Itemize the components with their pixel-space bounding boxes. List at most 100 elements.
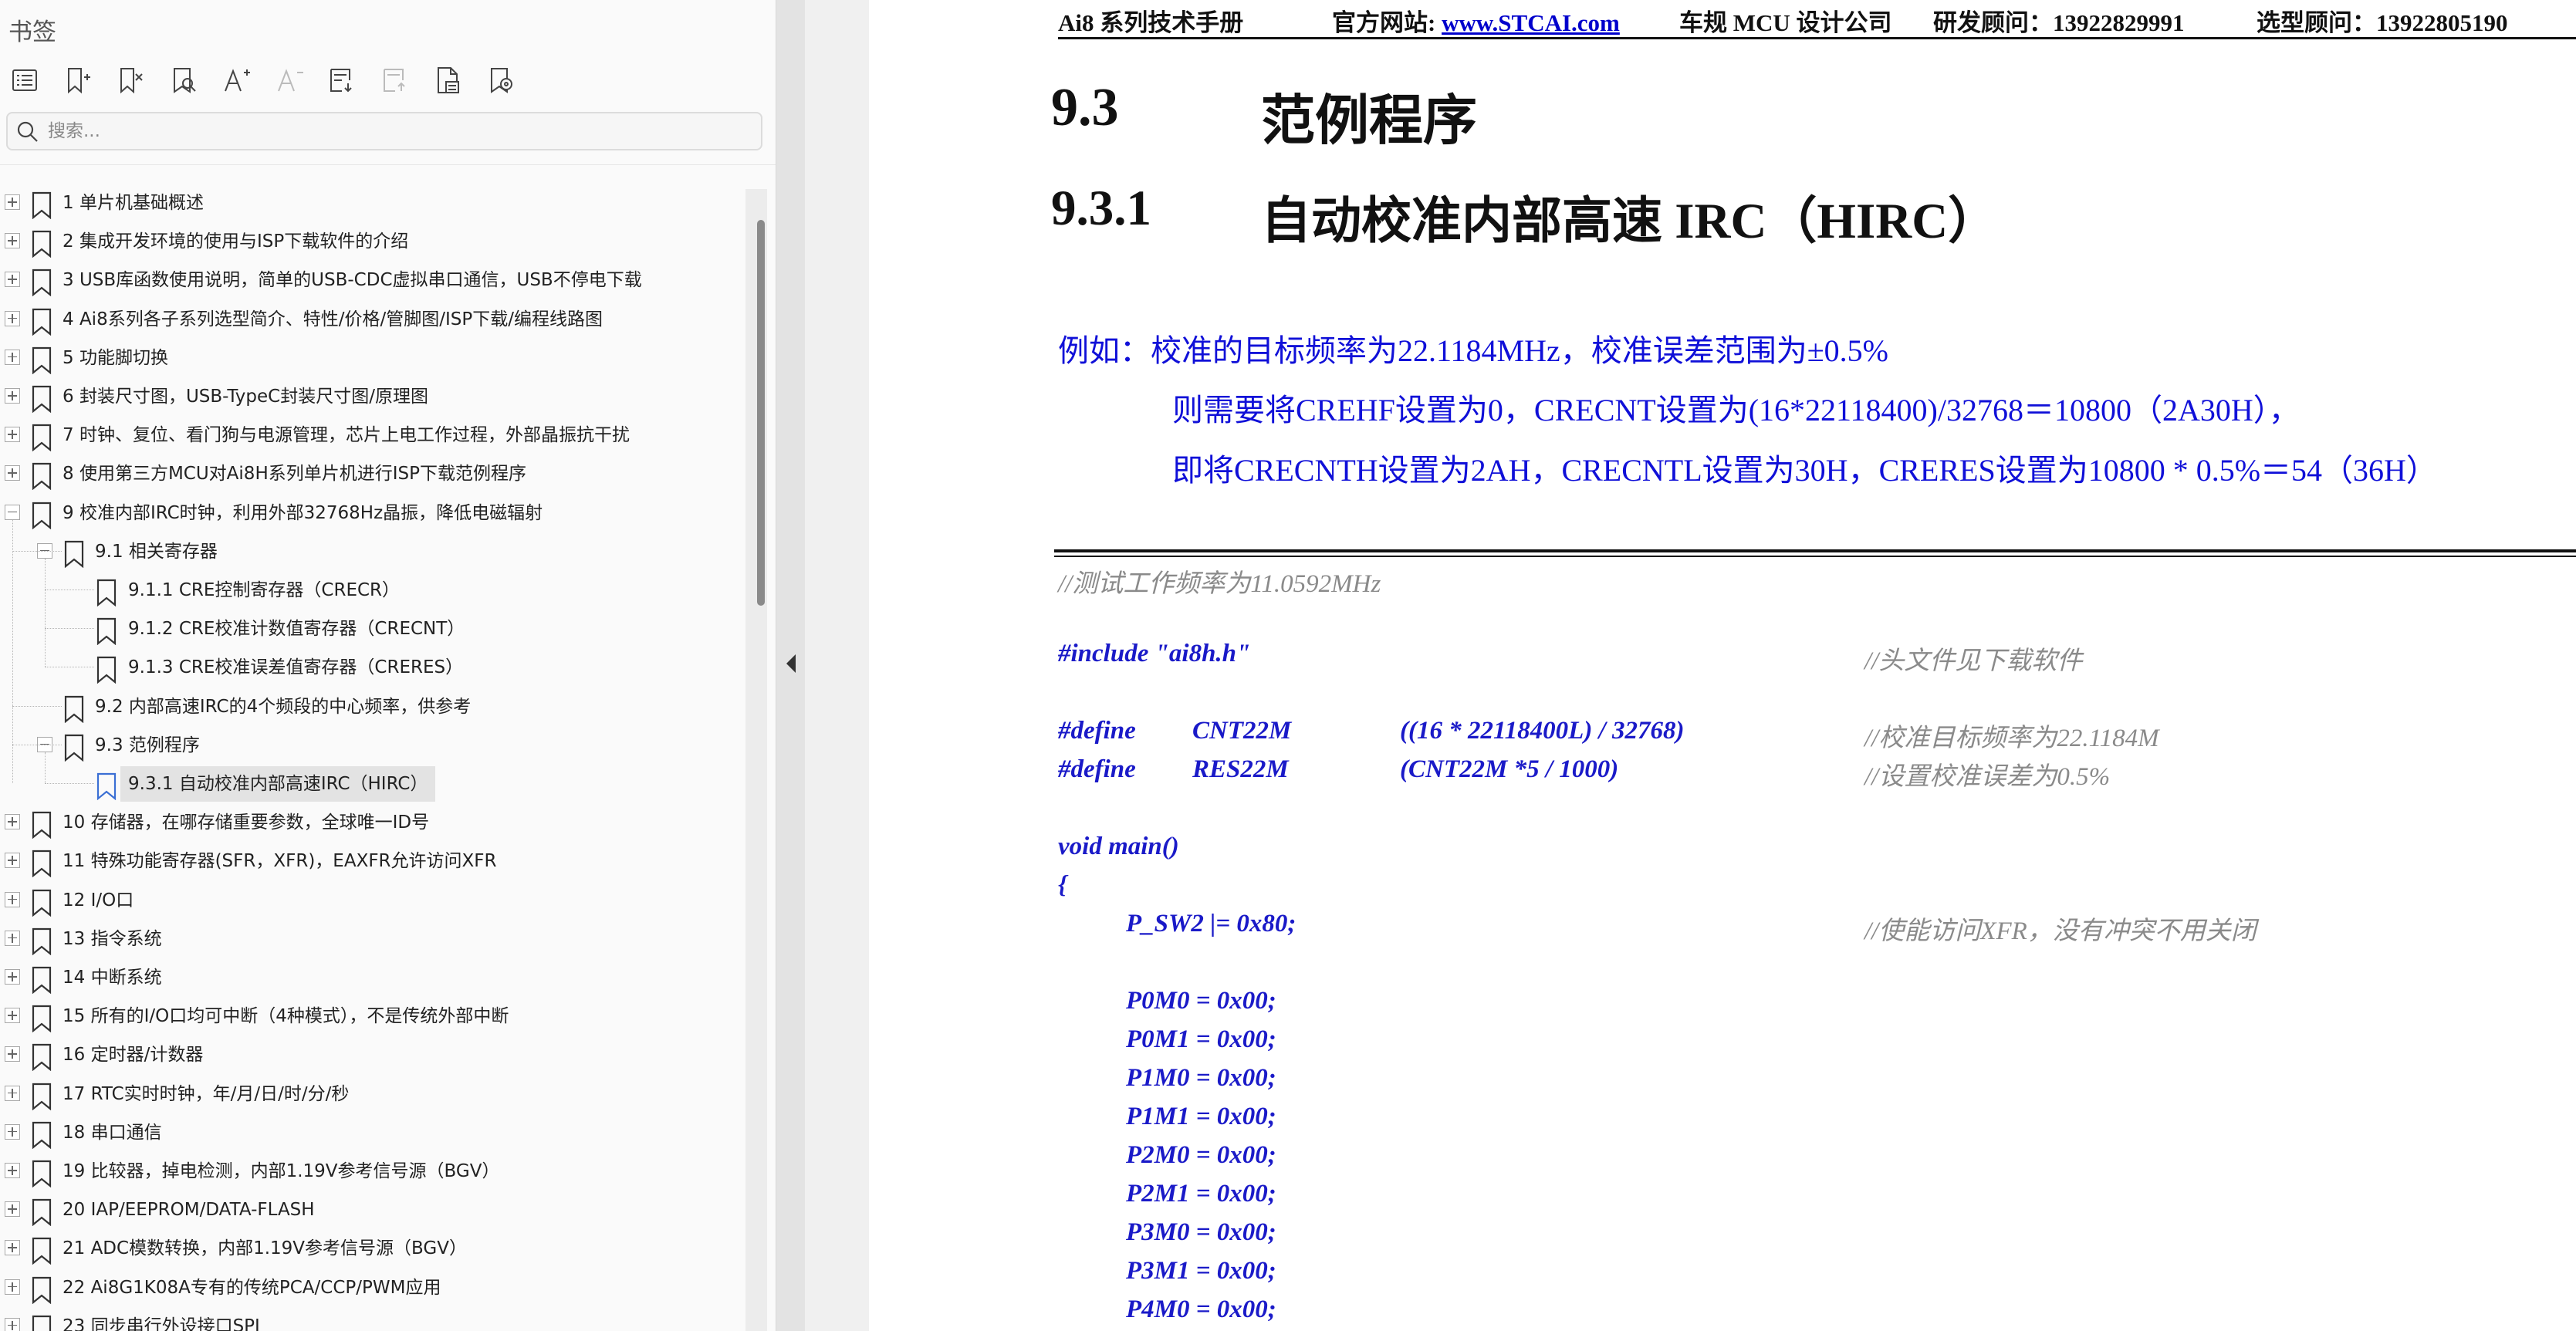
code-comment: //使能访问XFR，没有冲突不用关闭 (1864, 917, 2257, 945)
bookmark-item[interactable]: 15 所有的I/O口均可中断（4种模式），不是传统外部中断 (0, 997, 741, 1035)
expand-icon[interactable] (5, 349, 20, 365)
header-website: 官方网站: www.STCAI.com (1332, 3, 1620, 38)
expand-icon[interactable] (5, 1046, 20, 1062)
expand-icon[interactable] (5, 1163, 20, 1178)
expand-icon[interactable] (5, 1123, 20, 1140)
bookmark-item[interactable]: 13 指令系统 (0, 920, 741, 958)
expand-icon[interactable] (5, 194, 20, 210)
expand-icon[interactable] (5, 853, 20, 869)
expand-icon[interactable] (5, 465, 20, 481)
subsection-title: 自动校准内部高速 IRC（HIRC） (1261, 194, 1999, 249)
delete-bookmark-icon[interactable] (113, 63, 147, 97)
expand-icon[interactable] (5, 969, 20, 985)
bookmark-item[interactable]: 4 Ai8系列各子系列选型简介、特性/价格/管脚图/ISP下载/编程线路图 (0, 300, 741, 339)
bookmark-icon (32, 889, 52, 917)
bookmark-item[interactable]: 17 RTC实时时钟，年/月/日/时/分/秒 (0, 1075, 741, 1113)
expand-all-icon[interactable] (325, 63, 359, 97)
bookmark-label: 2 集成开发环境的使用与ISP下载软件的介绍 (63, 231, 409, 252)
bookmark-item[interactable]: 14 中断系统 (0, 958, 741, 997)
bookmark-locate-icon[interactable] (484, 63, 518, 97)
subsection-number: 9.3.1 (1051, 181, 1151, 236)
add-bookmark-icon[interactable] (61, 63, 95, 97)
bookmark-item[interactable]: 5 功能脚切换 (0, 339, 741, 377)
expand-icon[interactable] (5, 930, 20, 946)
header-site-link[interactable]: www.STCAI.com (1442, 9, 1620, 36)
code-statement: P4M0 = 0x00; (1126, 1296, 1276, 1323)
code-comment: //校准目标频率为22.1184M (1864, 725, 2159, 752)
code-statement: P0M0 = 0x00; (1126, 987, 1276, 1015)
code-statement: P2M1 = 0x00; (1126, 1180, 1276, 1208)
bookmark-icon (32, 385, 52, 413)
bookmark-item[interactable]: 9.1.2 CRE校准计数值寄存器（CRECNT） (0, 610, 741, 648)
bookmark-item[interactable]: 9.1.3 CRE校准误差值寄存器（CRERES） (0, 648, 741, 687)
bookmark-item[interactable]: 9.2 内部高速IRC的4个频段的中心频率，供参考 (0, 687, 741, 726)
bookmark-label: 23 同步串行外设接口SPI (63, 1316, 260, 1331)
code-define-value: ((16 * 22118400L) / 32768) (1400, 717, 1685, 745)
code-block-rule (1054, 549, 2576, 552)
expand-icon[interactable] (5, 1240, 20, 1256)
bookmark-icon (96, 579, 117, 606)
bookmark-label: 5 功能脚切换 (63, 347, 168, 368)
expand-icon[interactable] (5, 891, 20, 907)
expand-icon[interactable] (5, 1317, 20, 1331)
bookmark-icon (32, 1199, 52, 1227)
bookmark-item[interactable]: 3 USB库函数使用说明，简单的USB-CDC虚拟串口通信，USB不停电下载 (0, 261, 741, 299)
expand-icon[interactable] (5, 1201, 20, 1218)
bookmark-list-icon[interactable] (8, 63, 42, 97)
bookmark-item[interactable]: 8 使用第三方MCU对Ai8H系列单片机进行ISP下载范例程序 (0, 454, 741, 493)
collapse-icon[interactable] (5, 504, 20, 520)
bookmark-item[interactable]: 11 特殊功能寄存器(SFR，XFR)，EAXFR允许访问XFR (0, 842, 741, 880)
expand-icon[interactable] (5, 1279, 20, 1295)
bookmark-label: 16 定时器/计数器 (63, 1045, 204, 1066)
expand-icon[interactable] (5, 388, 20, 404)
expand-icon[interactable] (5, 1008, 20, 1024)
bookmark-item[interactable]: 9.1.1 CRE控制寄存器（CRECR） (0, 571, 741, 610)
bookmark-item[interactable]: 20 IAP/EEPROM/DATA-FLASH (0, 1191, 741, 1229)
expand-icon[interactable] (5, 272, 20, 288)
bookmark-item[interactable]: 18 串口通信 (0, 1113, 741, 1152)
bookmark-item[interactable]: 9.1 相关寄存器 (0, 532, 741, 571)
expand-icon[interactable] (5, 814, 20, 830)
font-increase-icon[interactable] (219, 63, 253, 97)
collapse-panel-button[interactable] (779, 648, 803, 679)
bookmark-item[interactable]: 9.3.1 自动校准内部高速IRC（HIRC） (0, 765, 741, 803)
tree-scrollbar-thumb[interactable] (757, 220, 765, 606)
find-bookmark-icon[interactable] (167, 63, 201, 97)
bookmark-icon (32, 463, 52, 491)
bookmark-item[interactable]: 9.3 范例程序 (0, 726, 741, 765)
bookmark-icon (32, 1238, 52, 1265)
expand-icon[interactable] (5, 310, 20, 326)
tree-connector (45, 783, 94, 784)
bookmark-item[interactable]: 9 校准内部IRC时钟，利用外部32768Hz晶振，降低电磁辐射 (0, 494, 741, 532)
page-header: Ai8 系列技术手册 官方网站: www.STCAI.com 车规 MCU 设计… (1058, 0, 2576, 39)
bookmark-label: 1 单片机基础概述 (63, 193, 204, 213)
example-line: 则需要将CREHF设置为0，CRECNT设置为(16*22118400)/327… (1172, 393, 2300, 427)
bookmark-item[interactable]: 6 封装尺寸图，USB-TypeC封装尺寸图/原理图 (0, 377, 741, 416)
triangle-left-icon (786, 654, 796, 673)
code-define-value: (CNT22M *5 / 1000) (1400, 755, 1619, 783)
bookmark-item[interactable]: 23 同步串行外设接口SPI (0, 1307, 741, 1331)
bookmark-search-input[interactable] (48, 118, 742, 144)
bookmark-label: 9.1.2 CRE校准计数值寄存器（CRECNT） (128, 619, 465, 640)
bookmark-item[interactable]: 21 ADC模数转换，内部1.19V参考信号源（BGV） (0, 1229, 741, 1268)
bookmark-item[interactable]: 16 定时器/计数器 (0, 1035, 741, 1074)
bookmark-item[interactable]: 12 I/O口 (0, 881, 741, 920)
expand-icon[interactable] (5, 233, 20, 249)
expand-icon[interactable] (5, 427, 20, 443)
bookmark-item[interactable]: 1 单片机基础概述 (0, 184, 741, 222)
bookmark-item[interactable]: 10 存储器，在哪存储重要参数，全球唯一ID号 (0, 803, 741, 842)
bookmark-search-box[interactable] (6, 112, 762, 150)
bookmark-item[interactable]: 2 集成开发环境的使用与ISP下载软件的介绍 (0, 222, 741, 261)
bookmark-item[interactable]: 22 Ai8G1K08A专有的传统PCA/CCP/PWM应用 (0, 1269, 741, 1307)
bookmark-label: 6 封装尺寸图，USB-TypeC封装尺寸图/原理图 (63, 387, 428, 407)
expand-icon[interactable] (5, 1085, 20, 1101)
bookmark-icon (96, 772, 117, 800)
bookmark-item[interactable]: 19 比较器，掉电检测，内部1.19V参考信号源（BGV） (0, 1152, 741, 1191)
bookmark-icon (32, 231, 52, 258)
bookmark-properties-icon[interactable] (431, 63, 465, 97)
bookmark-icon (32, 850, 52, 878)
bookmark-item[interactable]: 7 时钟、复位、看门狗与电源管理，芯片上电工作过程，外部晶振抗干扰 (0, 416, 741, 454)
bookmark-icon (32, 269, 52, 297)
code-define-keyword: #define (1058, 717, 1136, 745)
code-comment: //测试工作频率为11.0592MHz (1058, 570, 1381, 598)
